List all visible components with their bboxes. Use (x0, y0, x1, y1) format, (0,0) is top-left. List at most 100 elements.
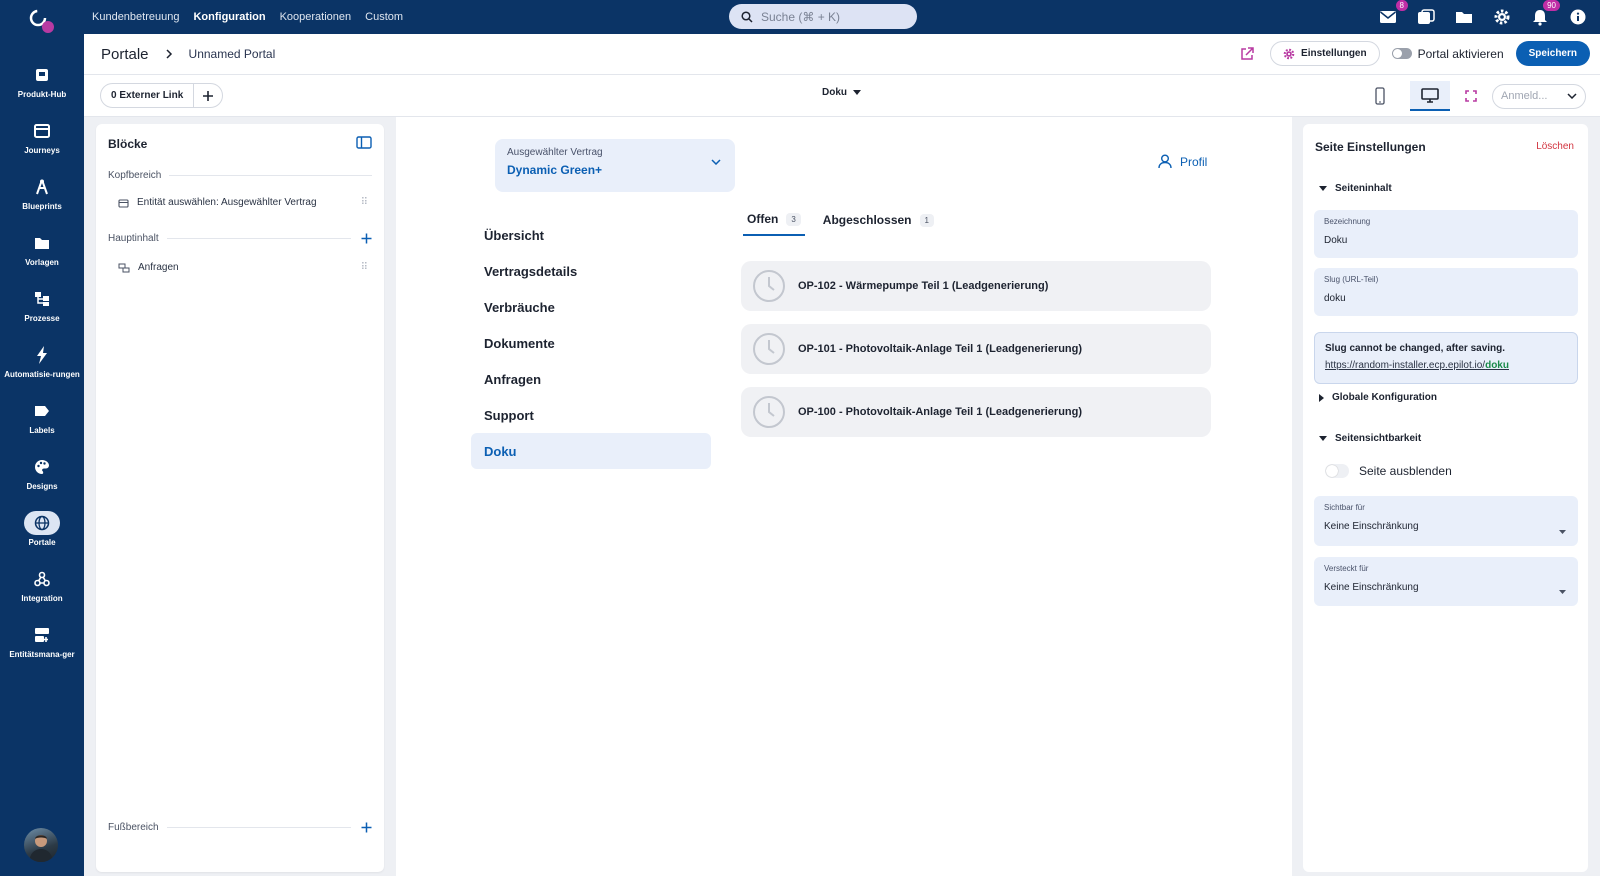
avatar[interactable] (24, 828, 58, 862)
page-select[interactable]: Doku (822, 87, 861, 98)
profile-label: Profil (1180, 154, 1208, 169)
contract-selector[interactable]: Ausgewählter Vertrag Dynamic Green+ (495, 139, 735, 192)
portal-nav-item[interactable]: Support (471, 397, 711, 433)
panel-toggle-button[interactable] (356, 136, 372, 149)
portal-nav-item[interactable]: Anfragen (471, 361, 711, 397)
accordion-seitensichtbarkeit[interactable]: Seitensichtbarkeit (1319, 433, 1421, 444)
top-nav-kundenbetreuung[interactable]: Kundenbetreuung (92, 11, 179, 23)
sidebar-item-automatisierungen[interactable]: Automatisie-rungen (0, 343, 84, 399)
notification-badge: 90 (1543, 0, 1560, 11)
sidebar-item-produkt-hub[interactable]: Produkt-Hub (0, 63, 84, 119)
name-field[interactable]: Bezeichnung Doku (1314, 210, 1578, 258)
external-link-button[interactable]: 0 Externer Link (101, 84, 195, 107)
bell-icon[interactable]: 90 (1530, 0, 1560, 27)
slug-url[interactable]: https://random-installer.ecp.epilot.io/d… (1325, 360, 1567, 371)
field-value: Doku (1324, 235, 1348, 246)
info-icon[interactable] (1568, 7, 1588, 27)
block-item[interactable]: Entität auswählen: Ausgewählter Vertrag … (118, 197, 368, 208)
request-card[interactable]: OP-102 - Wärmepumpe Teil 1 (Leadgenerier… (741, 261, 1211, 311)
sidebar-item-vorlagen[interactable]: Vorlagen (0, 231, 84, 287)
bolt-icon (37, 346, 47, 364)
messages-icon[interactable] (1416, 7, 1436, 27)
hide-page-toggle[interactable] (1325, 464, 1349, 478)
mail-icon[interactable]: 8 (1378, 0, 1408, 27)
search-placeholder: Suche (⌘ + K) (761, 9, 841, 24)
sidebar-item-prozesse[interactable]: Prozesse (0, 287, 84, 343)
gear-icon (1283, 48, 1295, 59)
top-nav-konfiguration[interactable]: Konfiguration (193, 11, 265, 23)
top-icons: 8 90 (1378, 0, 1588, 34)
sidebar-item-label: Portale (28, 538, 56, 547)
page-title[interactable]: Portale (101, 46, 149, 63)
request-tabs: Offen 3 Abgeschlossen 1 (743, 212, 938, 236)
top-nav-custom[interactable]: Custom (365, 11, 403, 23)
block-item[interactable]: Anfragen ⠿ (118, 262, 368, 273)
slug-field[interactable]: Slug (URL-Teil) doku (1314, 268, 1578, 316)
sidebar-item-label: Automatisie-rungen (4, 370, 80, 379)
tab-count: 3 (786, 212, 801, 226)
sidebar-item-label: Blueprints (22, 202, 62, 211)
sidebar-item-blueprints[interactable]: Blueprints (0, 175, 84, 231)
page-select-value: Doku (822, 87, 847, 98)
plus-icon[interactable] (361, 822, 372, 833)
login-select[interactable]: Anmeld... (1492, 83, 1586, 109)
tab-label: Abgeschlossen (822, 213, 912, 227)
add-external-link-button[interactable] (194, 90, 222, 102)
clock-icon (753, 270, 785, 302)
portal-nav-item[interactable]: Übersicht (471, 217, 711, 253)
portal-nav-item[interactable]: Verbräuche (471, 289, 711, 325)
plus-icon[interactable] (361, 233, 372, 244)
phone-icon (1375, 87, 1385, 105)
caret-down-icon (1559, 590, 1566, 594)
fullscreen-button[interactable] (1460, 81, 1482, 111)
top-nav-kooperationen[interactable]: Kooperationen (280, 11, 352, 23)
device-switcher: Anmeld... (1360, 81, 1586, 111)
caret-down-icon (1319, 436, 1327, 441)
field-value: Keine Einschränkung (1324, 521, 1419, 532)
portal-nav-item[interactable]: Vertragsdetails (471, 253, 711, 289)
caret-down-icon (853, 90, 861, 95)
portal-activate-toggle[interactable] (1391, 48, 1412, 59)
sidebar-item-integration[interactable]: Integration (0, 567, 84, 623)
portal-nav-item[interactable]: Dokumente (471, 325, 711, 361)
visible-for-select[interactable]: Sichtbar für Keine Einschränkung (1314, 496, 1578, 546)
store-icon (36, 69, 48, 81)
save-button[interactable]: Speichern (1515, 41, 1590, 66)
portal-nav-item-active[interactable]: Doku (471, 433, 711, 469)
drag-handle-icon[interactable]: ⠿ (361, 262, 368, 273)
login-select-value: Anmeld... (1501, 90, 1548, 102)
accordion-seiteninhalt[interactable]: Seiteninhalt (1319, 183, 1392, 194)
requests-icon (118, 263, 130, 272)
tab-abgeschlossen[interactable]: Abgeschlossen 1 (819, 212, 938, 236)
search-bar[interactable]: Suche (⌘ + K) (729, 4, 917, 29)
request-card[interactable]: OP-101 - Photovoltaik-Anlage Teil 1 (Lea… (741, 324, 1211, 374)
desktop-view-button[interactable] (1410, 81, 1450, 111)
sidebar-item-designs[interactable]: Designs (0, 455, 84, 511)
sidebar-item-journeys[interactable]: Journeys (0, 119, 84, 175)
sidebar-item-label: Entitätsmana-ger (9, 650, 75, 659)
slug-url-base: https://random-installer.ecp.epilot.io/ (1325, 360, 1486, 371)
open-external-icon[interactable] (1236, 46, 1258, 61)
field-label: Slug (URL-Teil) (1324, 275, 1379, 284)
sidebar-item-portale[interactable]: Portale (0, 511, 84, 567)
settings-title: Seite Einstellungen (1315, 140, 1426, 154)
tab-offen[interactable]: Offen 3 (743, 212, 805, 236)
caret-right-icon (1319, 393, 1324, 402)
mobile-view-button[interactable] (1360, 81, 1400, 111)
delete-button[interactable]: Löschen (1536, 141, 1574, 152)
portal-name[interactable]: Unnamed Portal (189, 47, 276, 61)
accordion-globale-konfiguration[interactable]: Globale Konfiguration (1319, 392, 1437, 403)
field-value: Keine Einschränkung (1324, 582, 1419, 593)
epilot-logo[interactable] (26, 6, 54, 34)
profile-link[interactable]: Profil (1158, 154, 1207, 169)
sidebar-item-labels[interactable]: Labels (0, 399, 84, 455)
request-card[interactable]: OP-100 - Photovoltaik-Anlage Teil 1 (Lea… (741, 387, 1211, 437)
section-header: Hauptinhalt (108, 233, 372, 244)
sidebar-item-entitaetsmanager[interactable]: Entitätsmana-ger (0, 623, 84, 679)
chevron-down-icon (711, 159, 721, 165)
settings-button[interactable]: Einstellungen (1270, 41, 1380, 66)
gear-icon[interactable] (1492, 7, 1512, 27)
hidden-for-select[interactable]: Versteckt für Keine Einschränkung (1314, 557, 1578, 606)
folder-icon[interactable] (1454, 7, 1474, 27)
drag-handle-icon[interactable]: ⠿ (361, 197, 368, 208)
